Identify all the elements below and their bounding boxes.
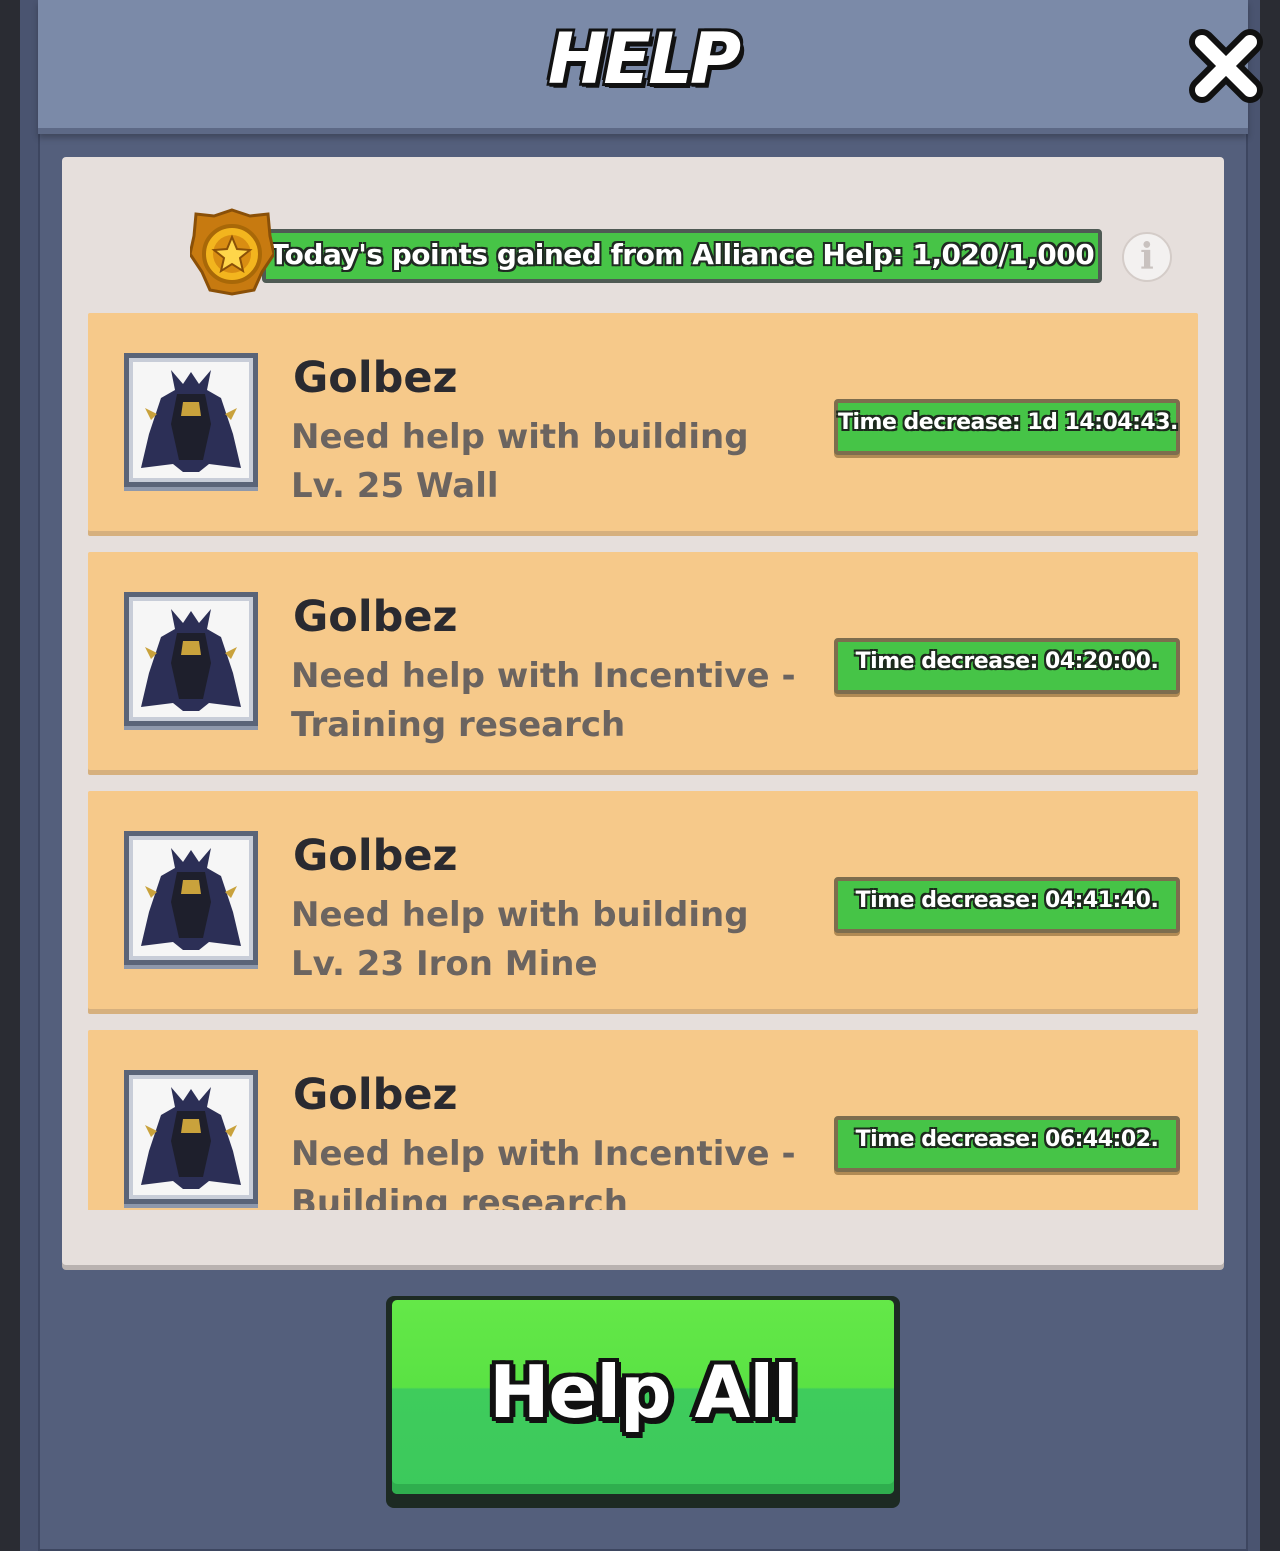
avatar bbox=[124, 353, 258, 487]
help-all-label: Help All bbox=[489, 1350, 797, 1434]
info-button[interactable]: i bbox=[1122, 232, 1172, 282]
close-button[interactable] bbox=[1184, 26, 1268, 106]
help-all-button[interactable]: Help All bbox=[386, 1296, 900, 1508]
time-decrease-text: Time decrease: 1d 14:04:43. bbox=[838, 410, 1178, 435]
avatar bbox=[124, 592, 258, 726]
request-description: Need help with building Lv. 23 Iron Mine bbox=[291, 895, 749, 984]
header-bar: HELP bbox=[38, 0, 1263, 134]
help-request-card: Golbez Need help with Incentive - Buildi… bbox=[88, 1030, 1198, 1210]
time-decrease-badge: Time decrease: 1d 14:04:43. bbox=[834, 399, 1180, 455]
info-icon: i bbox=[1140, 236, 1154, 278]
time-decrease-badge: Time decrease: 04:20:00. bbox=[834, 638, 1180, 694]
time-decrease-text: Time decrease: 04:20:00. bbox=[855, 649, 1159, 674]
avatar bbox=[124, 831, 258, 965]
requester-name: Golbez bbox=[293, 353, 458, 403]
time-decrease-text: Time decrease: 04:41:40. bbox=[855, 888, 1159, 913]
help-request-list[interactable]: Golbez Need help with building Lv. 25 Wa… bbox=[88, 313, 1198, 1210]
close-icon bbox=[1189, 29, 1263, 103]
request-description: Need help with building Lv. 25 Wall bbox=[291, 417, 749, 506]
request-description: Need help with Incentive - Building rese… bbox=[291, 1134, 796, 1210]
alliance-points-text: Today's points gained from Alliance Help… bbox=[269, 238, 1095, 271]
time-decrease-badge: Time decrease: 06:44:02. bbox=[834, 1116, 1180, 1172]
alliance-points-bar: Today's points gained from Alliance Help… bbox=[262, 229, 1102, 283]
help-request-card: Golbez Need help with Incentive - Traini… bbox=[88, 552, 1198, 770]
knight-avatar-icon bbox=[141, 370, 241, 472]
requester-name: Golbez bbox=[293, 831, 458, 881]
requester-name: Golbez bbox=[293, 1070, 458, 1120]
knight-avatar-icon bbox=[141, 1087, 241, 1189]
requester-name: Golbez bbox=[293, 592, 458, 642]
help-request-card: Golbez Need help with building Lv. 23 Ir… bbox=[88, 791, 1198, 1009]
star-medal-icon bbox=[188, 206, 276, 298]
time-decrease-badge: Time decrease: 04:41:40. bbox=[834, 877, 1180, 933]
request-description: Need help with Incentive - Training rese… bbox=[291, 656, 796, 745]
knight-avatar-icon bbox=[141, 848, 241, 950]
help-request-card: Golbez Need help with building Lv. 25 Wa… bbox=[88, 313, 1198, 531]
page-title: HELP bbox=[547, 18, 741, 100]
avatar bbox=[124, 1070, 258, 1204]
knight-avatar-icon bbox=[141, 609, 241, 711]
time-decrease-text: Time decrease: 06:44:02. bbox=[855, 1127, 1159, 1152]
